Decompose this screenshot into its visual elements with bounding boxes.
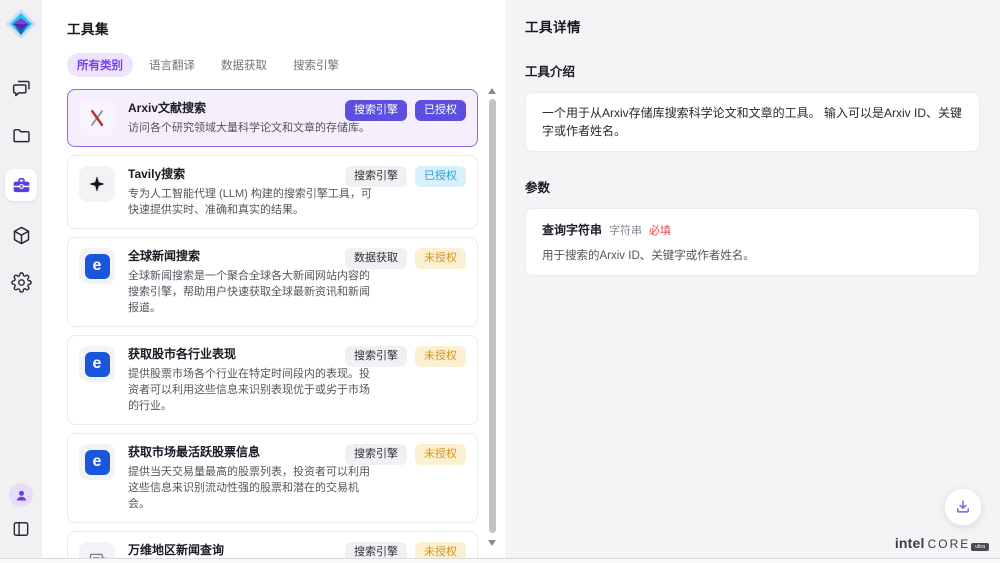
tab-all-categories[interactable]: 所有类别 xyxy=(67,53,133,77)
newspaper-icon xyxy=(79,542,115,558)
tool-card-sector-performance[interactable]: e 获取股市各行业表现 提供股票市场各个行业在特定时间段内的表现。投资者可以利用… xyxy=(67,335,478,425)
auth-badge: 未授权 xyxy=(415,248,466,269)
category-badge: 数据获取 xyxy=(345,248,407,269)
scrollbar[interactable] xyxy=(488,86,496,548)
toolbox-icon xyxy=(11,175,32,196)
category-badge: 搜索引擎 xyxy=(345,166,407,187)
tavily-star-icon xyxy=(79,166,115,202)
page-title: 工具集 xyxy=(67,18,478,38)
tool-card-regional-news[interactable]: 万维地区新闻查询 查询具体行政区划内的新闻，快速了解各地新闻动 搜索引擎 未授权 xyxy=(67,531,478,558)
user-avatar-icon xyxy=(14,488,29,503)
tool-description: 全球新闻搜索是一个聚合全球各大新闻网站内容的搜索引擎，帮助用户快速获取全球最新资… xyxy=(128,268,380,316)
blue-e-logo-icon: e xyxy=(79,346,115,382)
window-bottom-edge xyxy=(0,558,1000,563)
sidebar-item-chat[interactable] xyxy=(8,75,34,101)
tool-description: 访问各个研究领域大量科学论文和文章的存储库。 xyxy=(128,120,380,136)
auth-badge: 未授权 xyxy=(415,346,466,367)
arxiv-logo-icon xyxy=(79,100,115,136)
auth-badge: 已授权 xyxy=(415,166,466,187)
tool-card-global-news[interactable]: e 全球新闻搜索 全球新闻搜索是一个聚合全球各大新闻网站内容的搜索引擎，帮助用户… xyxy=(67,237,478,327)
layout-toggle-icon xyxy=(11,519,31,539)
app-window: 工具集 所有类别 语言翻译 数据获取 搜索引擎 Arxiv文献搜索 访问各个研究… xyxy=(0,0,1000,558)
tab-translation[interactable]: 语言翻译 xyxy=(139,53,205,77)
param-required-badge: 必填 xyxy=(649,222,671,238)
sidebar-bottom xyxy=(8,483,34,542)
folder-icon xyxy=(11,125,32,146)
category-tabs: 所有类别 语言翻译 数据获取 搜索引擎 xyxy=(67,53,478,77)
sidebar xyxy=(0,0,42,558)
tool-description: 提供股票市场各个行业在特定时间段内的表现。投资者可以利用这些信息来识别表现优于或… xyxy=(128,366,380,414)
blue-e-logo-icon: e xyxy=(79,248,115,284)
download-button[interactable] xyxy=(944,488,982,526)
sidebar-item-tools[interactable] xyxy=(5,169,37,201)
sidebar-nav xyxy=(5,75,37,295)
sidebar-toggle[interactable] xyxy=(8,516,34,542)
params-heading: 参数 xyxy=(525,177,980,196)
tool-list: Arxiv文献搜索 访问各个研究领域大量科学论文和文章的存储库。 搜索引擎 已授… xyxy=(67,89,478,558)
param-type: 字符串 xyxy=(609,222,642,238)
tool-description: 提供当天交易量最高的股票列表，投资者可以利用这些信息来识别流动性强的股票和潜在的… xyxy=(128,464,380,512)
app-logo-icon xyxy=(4,7,38,41)
tool-description: 专为人工智能代理 (LLM) 构建的搜索引擎工具，可快速提供实时、准确和真实的结… xyxy=(128,186,380,218)
intro-heading: 工具介绍 xyxy=(525,61,980,80)
scroll-down-icon[interactable] xyxy=(488,540,496,546)
auth-badge: 未授权 xyxy=(415,444,466,465)
scroll-up-icon[interactable] xyxy=(488,88,496,94)
user-avatar[interactable] xyxy=(9,483,33,507)
tab-data-fetch[interactable]: 数据获取 xyxy=(211,53,277,77)
tool-card-tavily[interactable]: Tavily搜索 专为人工智能代理 (LLM) 构建的搜索引擎工具，可快速提供实… xyxy=(67,155,478,229)
auth-badge: 未授权 xyxy=(415,542,466,558)
scrollbar-thumb[interactable] xyxy=(489,99,496,533)
param-name: 查询字符串 xyxy=(542,221,602,238)
tool-card-most-active-stocks[interactable]: e 获取市场最活跃股票信息 提供当天交易量最高的股票列表，投资者可以利用这些信息… xyxy=(67,433,478,523)
blue-e-logo-icon: e xyxy=(79,444,115,480)
intel-core-logo: intelCOREultra xyxy=(895,535,989,551)
download-icon xyxy=(954,498,972,516)
param-card: 查询字符串 字符串 必填 用于搜索的Arxiv ID、关键字或作者姓名。 xyxy=(525,208,980,276)
tab-search-engine[interactable]: 搜索引擎 xyxy=(283,53,349,77)
auth-badge: 已授权 xyxy=(415,100,466,121)
tool-card-arxiv[interactable]: Arxiv文献搜索 访问各个研究领域大量科学论文和文章的存储库。 搜索引擎 已授… xyxy=(67,89,478,147)
detail-title: 工具详情 xyxy=(525,16,980,36)
sidebar-item-files[interactable] xyxy=(8,122,34,148)
param-description: 用于搜索的Arxiv ID、关键字或作者姓名。 xyxy=(542,247,963,263)
tools-panel: 工具集 所有类别 语言翻译 数据获取 搜索引擎 Arxiv文献搜索 访问各个研究… xyxy=(42,0,505,558)
sidebar-item-settings[interactable] xyxy=(8,269,34,295)
sidebar-item-models[interactable] xyxy=(8,222,34,248)
tool-intro-card: 一个用于从Arxiv存储库搜索科学论文和文章的工具。 输入可以是Arxiv ID… xyxy=(525,92,980,152)
gear-icon xyxy=(11,272,32,293)
category-badge: 搜索引擎 xyxy=(345,346,407,367)
category-badge: 搜索引擎 xyxy=(345,542,407,558)
tool-detail-panel: 工具详情 工具介绍 一个用于从Arxiv存储库搜索科学论文和文章的工具。 输入可… xyxy=(505,0,1000,558)
chat-icon xyxy=(11,78,32,99)
cube-icon xyxy=(11,225,32,246)
category-badge: 搜索引擎 xyxy=(345,100,407,121)
category-badge: 搜索引擎 xyxy=(345,444,407,465)
